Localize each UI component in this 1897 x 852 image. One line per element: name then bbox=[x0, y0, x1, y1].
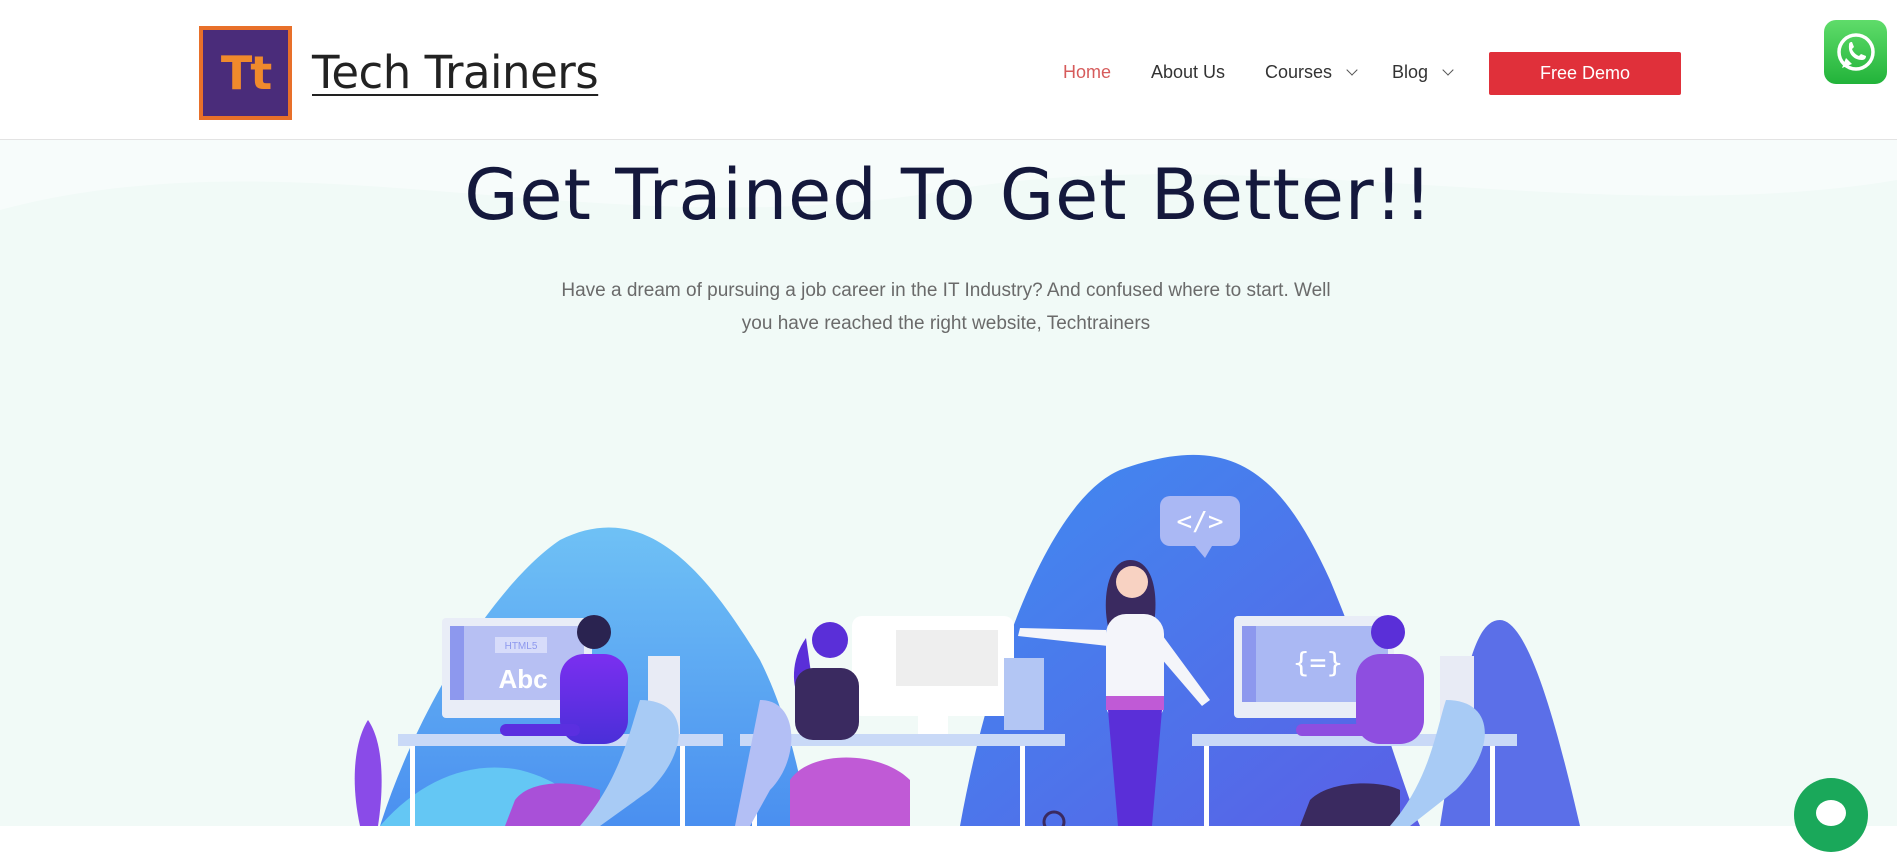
nav-about-us-label: About Us bbox=[1151, 62, 1226, 82]
nav-blog-label: Blog bbox=[1392, 62, 1429, 82]
logo-text: Tt bbox=[220, 46, 272, 100]
screen-code-text: {=} bbox=[1293, 646, 1344, 679]
whatsapp-button[interactable] bbox=[1824, 20, 1887, 84]
whatsapp-icon bbox=[1836, 33, 1875, 71]
nav-home[interactable]: Home bbox=[1063, 62, 1111, 83]
code-bubble-text: </> bbox=[1177, 507, 1224, 537]
chevron-down-icon bbox=[1442, 64, 1454, 76]
nav-courses[interactable]: Courses bbox=[1265, 62, 1358, 83]
logo[interactable]: Tt bbox=[199, 26, 292, 120]
screen-abc-text: Abc bbox=[498, 664, 547, 694]
site-header: Tt Tech Trainers Home About Us Courses B… bbox=[0, 0, 1897, 140]
nav-courses-label: Courses bbox=[1265, 62, 1333, 82]
free-demo-button[interactable]: Free Demo bbox=[1489, 52, 1681, 95]
office-illustration: </> HTML5 Abc {=} bbox=[354, 454, 1580, 826]
hero-section: Get Trained To Get Better!! Have a dream… bbox=[0, 140, 1897, 826]
nav-about-us[interactable]: About Us bbox=[1151, 62, 1225, 83]
chat-button[interactable] bbox=[1794, 778, 1868, 852]
chevron-down-icon bbox=[1346, 64, 1358, 76]
screen-tag-text: HTML5 bbox=[505, 641, 538, 652]
nav-blog[interactable]: Blog bbox=[1392, 62, 1454, 83]
nav-home-label: Home bbox=[1063, 62, 1112, 82]
brand-name[interactable]: Tech Trainers bbox=[312, 46, 599, 99]
